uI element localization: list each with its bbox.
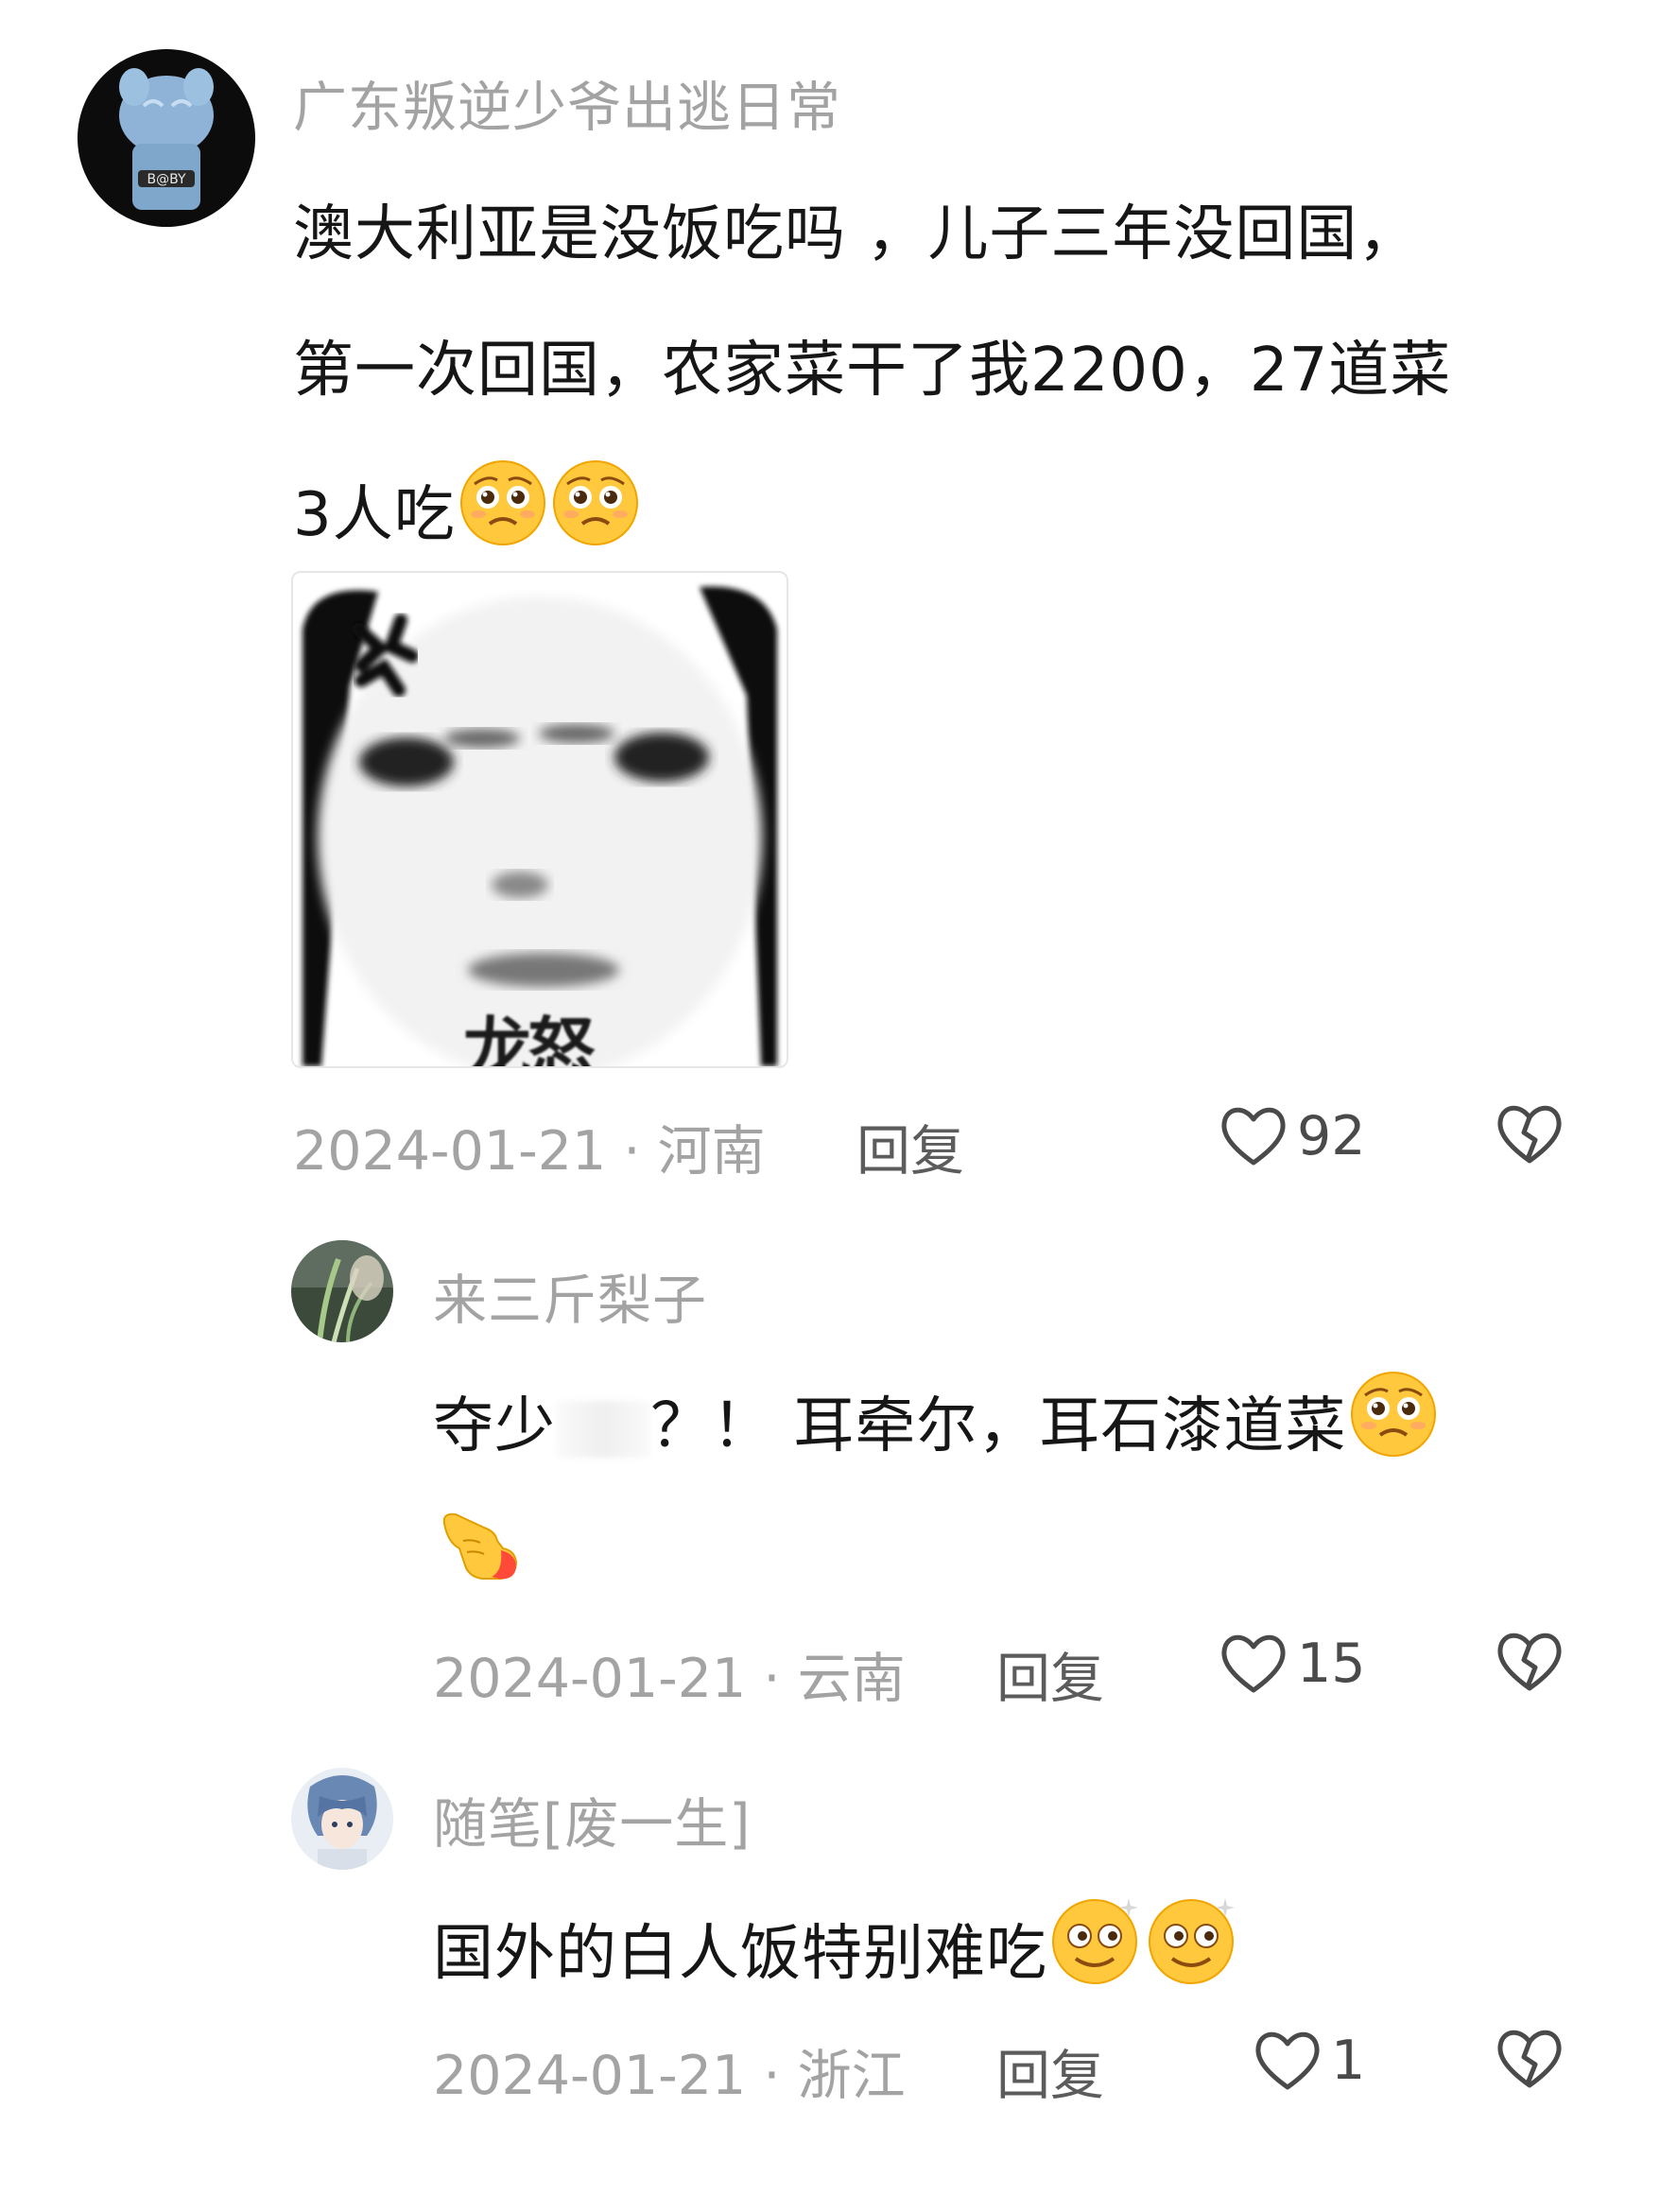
comment-text-line: 澳大利亚是没饭吃吗 ，儿子三年没回国，: [293, 199, 1420, 269]
dizzy-face-icon: [1049, 1892, 1144, 1987]
comment-text: 3人吃: [293, 480, 456, 550]
avatar[interactable]: [291, 1768, 393, 1870]
like-count: 15: [1297, 1633, 1366, 1695]
comment-text-line: 夺少 ？！ 耳牵尔，耳石漆道菜: [433, 1369, 1439, 1464]
like-button[interactable]: 92: [1216, 1098, 1366, 1174]
comment-meta: 2024-01-21 · 云南: [433, 1635, 906, 1713]
comment-item: 随笔[废一生] 国外的白人饭特别难吃 2024-01-21 · 浙江 回复 1: [0, 1758, 1660, 2155]
like-count: 92: [1297, 1105, 1366, 1167]
comment-text: 国外的白人饭特别难吃: [433, 1919, 1047, 1989]
avatar-image: [291, 1240, 393, 1342]
reply-button[interactable]: 回复: [996, 1635, 1104, 1713]
dislike-button[interactable]: [1492, 2021, 1567, 2100]
pleading-face-icon: [550, 458, 641, 548]
avatar-image: B@BY: [78, 49, 255, 227]
meta-separator: ·: [746, 2045, 798, 2107]
blurred-text: [556, 1401, 650, 1459]
comment-text-line: 第一次回国，农家菜干了我2200，27道菜: [293, 336, 1452, 406]
reply-button[interactable]: 回复: [996, 2032, 1104, 2110]
comment-date: 2024-01-21: [433, 1648, 747, 1710]
broken-heart-icon: [1497, 1105, 1562, 1164]
avatar-image: [291, 1768, 393, 1870]
comment-date: 2024-01-21: [433, 2045, 747, 2107]
dizzy-face-icon: [1146, 1892, 1240, 1987]
heart-icon: [1255, 2031, 1320, 2090]
sticker-image[interactable]: 龙怒: [291, 571, 788, 1068]
sticker-caption: 龙怒: [463, 1010, 596, 1068]
like-button[interactable]: 1: [1250, 2023, 1365, 2099]
like-count: 1: [1331, 2030, 1366, 2092]
reply-button[interactable]: 回复: [856, 1108, 964, 1185]
comment-text: 夺少: [433, 1391, 556, 1461]
pleading-face-icon: [1348, 1369, 1439, 1460]
meta-separator: ·: [746, 1648, 798, 1710]
avatar[interactable]: [291, 1240, 393, 1342]
dislike-button[interactable]: [1492, 1097, 1567, 1176]
comment-item: 来三斤梨子 夺少？！ 耳牵尔，耳石漆道菜 2024-01-21 · 云南 回复 …: [0, 1229, 1660, 1739]
dislike-button[interactable]: [1492, 1624, 1567, 1703]
broken-heart-icon: [1497, 1633, 1562, 1691]
heart-icon: [1221, 1634, 1286, 1693]
comment-location: 浙江: [797, 2045, 906, 2107]
pleading-face-icon: [458, 458, 548, 548]
comment-location: 云南: [797, 1648, 906, 1710]
like-button[interactable]: 15: [1216, 1626, 1366, 1702]
comment-location: 河南: [657, 1120, 766, 1183]
comment-text-line: 国外的白人饭特别难吃: [433, 1892, 1240, 1992]
comment-text-line: 3人吃: [293, 458, 641, 553]
username[interactable]: 广东叛逆少爷出逃日常: [293, 64, 841, 142]
comment-meta: 2024-01-21 · 浙江: [433, 2032, 906, 2110]
comment-date: 2024-01-21: [293, 1120, 607, 1183]
heart-icon: [1221, 1107, 1286, 1166]
username[interactable]: 来三斤梨子: [433, 1257, 707, 1335]
angry-face-sticker-icon: [293, 573, 787, 1066]
comment-text: ？！ 耳牵尔，耳石漆道菜: [650, 1391, 1347, 1461]
avatar[interactable]: B@BY: [78, 49, 255, 227]
username[interactable]: 随笔[废一生]: [433, 1781, 751, 1858]
pointing-hand-icon: [435, 1495, 526, 1586]
svg-text:B@BY: B@BY: [147, 172, 186, 187]
comment-item: B@BY 广东叛逆少爷出逃日常 澳大利亚是没饭吃吗 ，儿子三年没回国， 第一次回…: [0, 0, 1660, 1183]
meta-separator: ·: [606, 1120, 658, 1183]
broken-heart-icon: [1497, 2030, 1562, 2088]
comment-meta: 2024-01-21 · 河南: [293, 1108, 766, 1185]
